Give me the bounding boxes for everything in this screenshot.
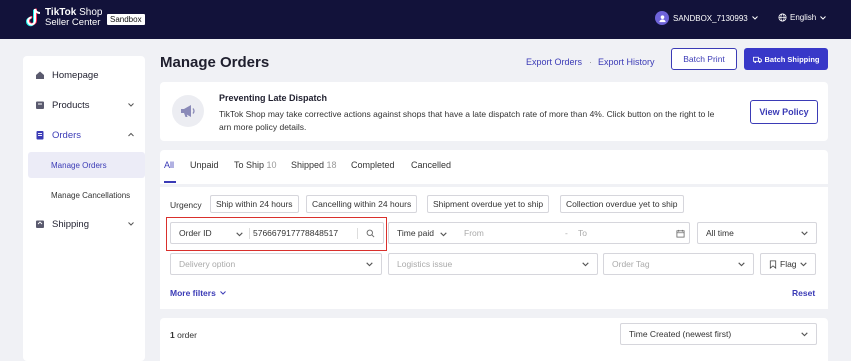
sort-select[interactable]: Time Created (newest first) [620, 323, 817, 345]
banner-text-line: arn more policy details. [219, 122, 307, 132]
delivery-option-select[interactable]: Delivery option [170, 253, 382, 275]
sidebar-item-label: Products [52, 99, 90, 111]
top-bar: TikTok Shop Seller Center Sandbox SANDBO… [0, 0, 851, 39]
banner-text-line: TikTok Shop may take corrective actions … [219, 109, 715, 119]
truck-icon [752, 56, 762, 63]
calendar-icon[interactable] [676, 229, 685, 238]
chip-ship-24h[interactable]: Ship within 24 hours [210, 195, 299, 213]
avatar [655, 11, 669, 25]
sort-value: Time Created (newest first) [629, 329, 732, 339]
account-menu[interactable]: SANDBOX_7130993 [655, 11, 759, 25]
megaphone-icon [172, 95, 204, 127]
date-to-input[interactable]: To [578, 228, 587, 238]
batch-print-button[interactable]: Batch Print [671, 48, 737, 70]
brand-subtitle: Seller Center [45, 17, 101, 28]
sidebar-item-label: Shipping [52, 218, 89, 230]
separator-dot: · [589, 57, 592, 67]
chip-collection-overdue[interactable]: Collection overdue yet to ship [560, 195, 684, 213]
chevron-down-icon [128, 103, 134, 107]
sidebar-item-manage-orders[interactable]: Manage Orders [28, 152, 145, 178]
chevron-down-icon [738, 262, 745, 267]
bookmark-icon [769, 259, 777, 269]
flag-select[interactable]: Flag [760, 253, 816, 275]
reset-button[interactable]: Reset [792, 288, 815, 298]
order-count-number: 1 [170, 330, 175, 340]
chip-shipment-overdue[interactable]: Shipment overdue yet to ship [427, 195, 550, 213]
user-icon [658, 14, 666, 22]
orders-icon [36, 131, 44, 140]
delivery-option-placeholder: Delivery option [179, 259, 236, 269]
sidebar-item-homepage[interactable]: Homepage [23, 61, 145, 89]
chevron-down-icon [219, 291, 226, 295]
tab-unpaid[interactable]: Unpaid [190, 160, 219, 170]
account-name: SANDBOX_7130993 [673, 13, 748, 23]
logistics-issue-placeholder: Logistics issue [397, 259, 453, 269]
banner-text: TikTok Shop may take corrective actions … [219, 108, 739, 134]
sidebar-item-label: Homepage [52, 69, 99, 81]
time-range-select[interactable]: All time [697, 222, 817, 244]
flag-label: Flag [780, 259, 797, 269]
sidebar-item-shipping[interactable]: Shipping [23, 210, 145, 238]
order-count-label: order [177, 330, 197, 340]
highlight-box [166, 217, 387, 251]
chevron-down-icon [128, 222, 134, 226]
tab-all[interactable]: All [164, 160, 174, 170]
products-icon [36, 101, 44, 109]
export-orders-link[interactable]: Export Orders [526, 57, 582, 67]
tab-completed[interactable]: Completed [351, 160, 395, 170]
banner-title: Preventing Late Dispatch [219, 93, 328, 103]
page-title: Manage Orders [160, 54, 270, 71]
date-from-input[interactable]: From [464, 228, 484, 238]
chevron-down-icon [582, 262, 589, 267]
chevron-down-icon [751, 16, 758, 20]
chevron-down-icon [801, 231, 808, 236]
shipping-icon [36, 220, 44, 228]
tab-to-ship[interactable]: To Ship 10 [234, 160, 277, 170]
sidebar-item-products[interactable]: Products [23, 91, 145, 119]
tab-shipped[interactable]: Shipped 18 [291, 160, 337, 170]
order-tag-placeholder: Order Tag [612, 259, 650, 269]
urgency-label: Urgency [170, 200, 202, 210]
tiktok-shop-logo[interactable]: TikTok Shop Seller Center [26, 8, 102, 28]
sidebar-item-label: Orders [52, 129, 82, 141]
logistics-issue-select[interactable]: Logistics issue [388, 253, 598, 275]
chevron-down-icon [800, 262, 807, 267]
late-dispatch-banner: Preventing Late Dispatch TikTok Shop may… [160, 82, 828, 141]
tab-cancelled[interactable]: Cancelled [411, 160, 451, 170]
sidebar-item-manage-cancellations[interactable]: Manage Cancellations [28, 182, 145, 208]
globe-icon [778, 13, 787, 22]
view-policy-button[interactable]: View Policy [750, 100, 818, 124]
chevron-down-icon [820, 15, 827, 20]
sidebar-item-orders[interactable]: Orders [23, 121, 145, 149]
more-filters-button[interactable]: More filters [170, 288, 227, 298]
chevron-down-icon [801, 332, 808, 337]
home-icon [36, 71, 44, 79]
language-label: English [790, 13, 817, 22]
active-tab-indicator [164, 181, 176, 183]
time-range-value: All time [706, 228, 734, 238]
batch-shipping-label: Batch Shipping [764, 54, 820, 64]
order-status-tabs: All Unpaid To Ship 10 Shipped 18 Complet… [160, 150, 828, 184]
sidebar: Homepage Products Orders Manage Orders M… [23, 56, 145, 361]
batch-shipping-button[interactable]: Batch Shipping [744, 48, 828, 70]
more-filters-label: More filters [170, 288, 216, 298]
time-filter-field: Time paid From - To [388, 222, 690, 244]
language-selector[interactable]: English [778, 13, 827, 22]
chevron-down-icon [366, 262, 373, 267]
results-bar: 1 order Time Created (newest first) [160, 318, 828, 361]
chip-cancelling-24h[interactable]: Cancelling within 24 hours [306, 195, 418, 213]
order-tag-select[interactable]: Order Tag [603, 253, 754, 275]
order-count: 1 order [170, 330, 197, 340]
chevron-down-icon [440, 232, 447, 237]
date-separator: - [565, 228, 568, 238]
chevron-up-icon [128, 132, 134, 137]
sandbox-badge: Sandbox [107, 14, 145, 25]
time-type-select[interactable]: Time paid [397, 228, 434, 238]
tiktok-logo-icon [26, 8, 42, 28]
export-history-link[interactable]: Export History [598, 57, 655, 67]
